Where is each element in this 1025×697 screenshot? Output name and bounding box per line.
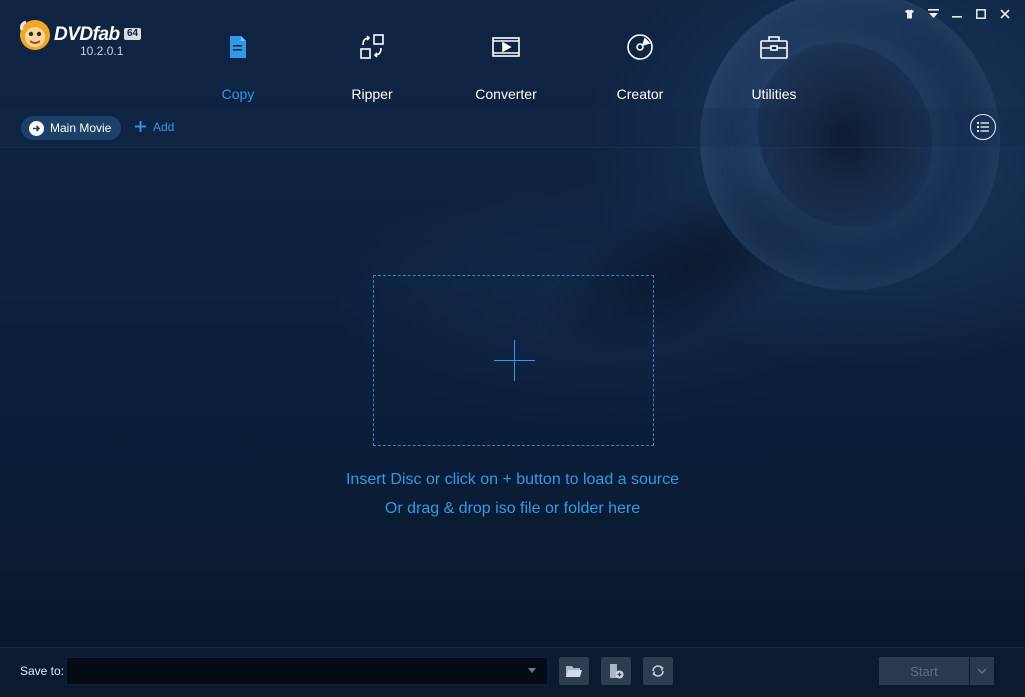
arrow-right-icon — [29, 120, 44, 136]
save-to-input[interactable] — [66, 657, 548, 685]
dvdfab-logo: DVDfab 64 10.2.0.1 — [18, 16, 158, 60]
logo-badge: 64 — [124, 28, 142, 40]
folder-icon — [566, 665, 582, 677]
plus-icon — [134, 118, 147, 136]
dropzone-hint-line1: Insert Disc or click on + button to load… — [345, 471, 680, 488]
copy-icon — [230, 36, 246, 58]
utilities-icon — [760, 36, 788, 59]
nav-utilities[interactable]: Utilities — [724, 30, 824, 102]
nav-converter[interactable]: Converter — [456, 30, 556, 102]
skin-icon[interactable] — [897, 5, 921, 23]
chevron-down-icon — [977, 668, 987, 674]
ripper-icon — [360, 34, 384, 59]
creator-icon — [627, 34, 653, 60]
app-version: 10.2.0.1 — [80, 44, 124, 58]
save-to-label: Save to: — [20, 664, 65, 678]
nav-creator[interactable]: Creator — [590, 30, 690, 102]
refresh-button[interactable] — [643, 657, 673, 685]
dropzone-hint-line2: Or drag & drop iso file or folder here — [384, 500, 641, 517]
maximize-icon[interactable] — [969, 5, 993, 23]
close-icon[interactable] — [993, 5, 1017, 23]
nav-copy[interactable]: Copy — [188, 30, 288, 102]
nav-ripper-label: Ripper — [351, 86, 393, 102]
add-label: Add — [153, 120, 175, 134]
task-list-button[interactable] — [970, 114, 996, 140]
add-source-plus-icon-vertical — [514, 340, 515, 381]
main-movie-label: Main Movie — [50, 121, 112, 135]
nav-utilities-label: Utilities — [751, 86, 797, 102]
nav-creator-label: Creator — [616, 86, 664, 102]
start-options-dropdown[interactable] — [970, 657, 994, 685]
add-button[interactable]: Add — [134, 118, 174, 136]
nav-copy-label: Copy — [221, 86, 255, 102]
monkey-logo-icon — [20, 20, 50, 50]
list-icon — [977, 122, 989, 132]
save-to-dropdown-icon[interactable] — [528, 668, 536, 673]
nav-converter-label: Converter — [475, 86, 537, 102]
menu-icon[interactable] — [921, 5, 945, 23]
minimize-icon[interactable] — [945, 5, 969, 23]
main-movie-button[interactable]: Main Movie — [21, 116, 122, 140]
logo-text: DVDfab — [54, 24, 120, 45]
save-to-iso-button[interactable] — [601, 657, 631, 685]
browse-folder-button[interactable] — [559, 657, 589, 685]
disc-add-icon — [610, 664, 624, 679]
app-window: DVDfab 64 10.2.0.1 Copy Ripper Converter — [0, 0, 1025, 697]
refresh-icon — [652, 665, 664, 677]
window-controls — [897, 5, 1017, 23]
nav-ripper[interactable]: Ripper — [322, 30, 422, 102]
source-dropzone[interactable] — [373, 275, 654, 446]
converter-icon — [492, 37, 520, 57]
start-button[interactable]: Start — [879, 657, 969, 685]
